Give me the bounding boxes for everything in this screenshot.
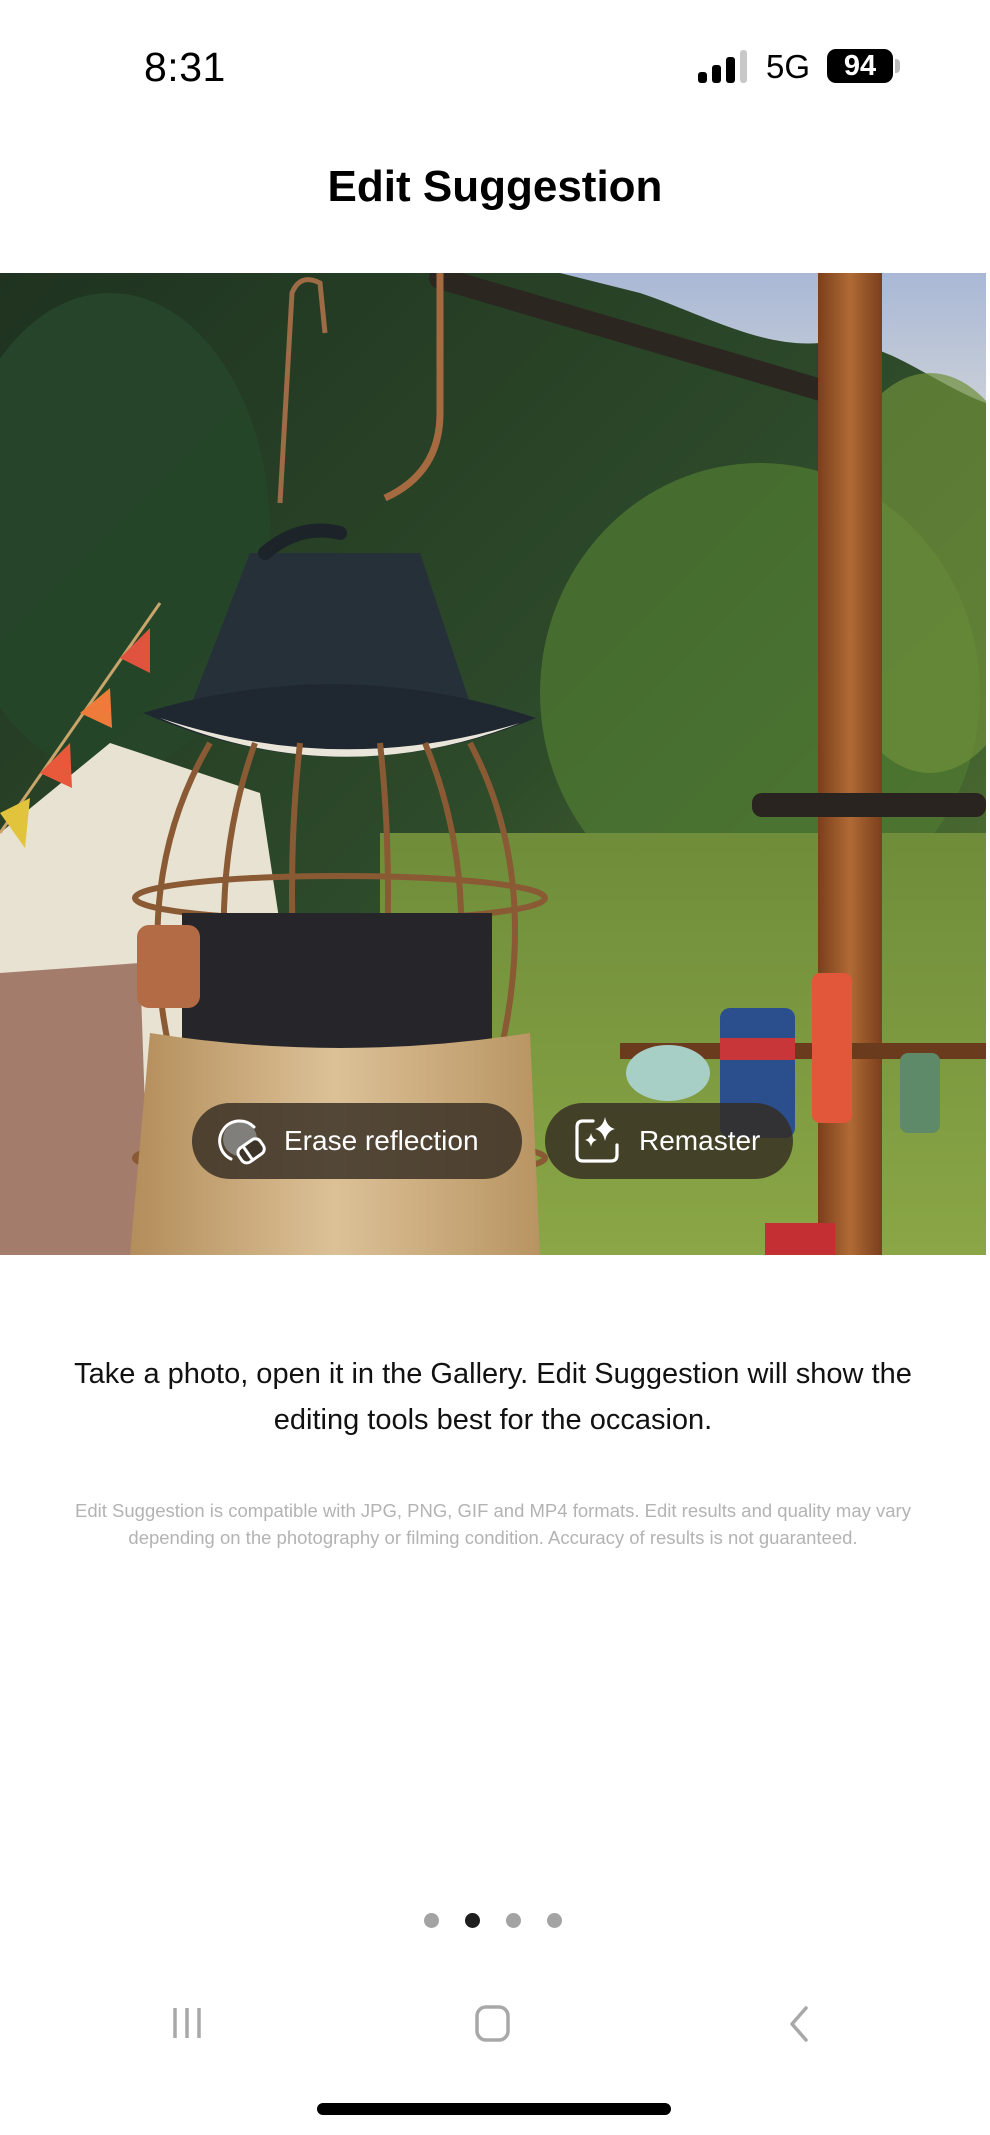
erase-reflection-label: Erase reflection (284, 1125, 479, 1156)
page-dot-3[interactable] (506, 1913, 521, 1928)
compatibility-disclaimer: Edit Suggestion is compatible with JPG, … (75, 1500, 911, 1548)
home-indicator-bar[interactable] (317, 2103, 671, 2115)
status-time: 8:31 (144, 44, 226, 90)
erase-reflection-button[interactable]: Erase reflection (192, 1103, 522, 1179)
page-dot-4[interactable] (547, 1913, 562, 1928)
recents-icon[interactable] (166, 2000, 212, 2046)
home-icon[interactable] (470, 2000, 516, 2046)
battery-nub (895, 59, 900, 73)
remaster-button[interactable]: Remaster (545, 1103, 793, 1179)
feature-description: Take a photo, open it in the Gallery. Ed… (74, 1358, 912, 1436)
eraser-icon (218, 1119, 266, 1165)
network-type: 5G (766, 48, 811, 85)
page-dot-2-active[interactable] (465, 1913, 480, 1928)
back-icon[interactable] (776, 2000, 822, 2046)
page-title: Edit Suggestion (327, 162, 663, 211)
signal-icon (698, 50, 750, 83)
remaster-label: Remaster (639, 1125, 761, 1156)
sparkle-frame-icon (575, 1117, 619, 1163)
page-indicator (424, 1913, 562, 1928)
battery-icon: 94 (827, 49, 893, 83)
page-dot-1[interactable] (424, 1913, 439, 1928)
